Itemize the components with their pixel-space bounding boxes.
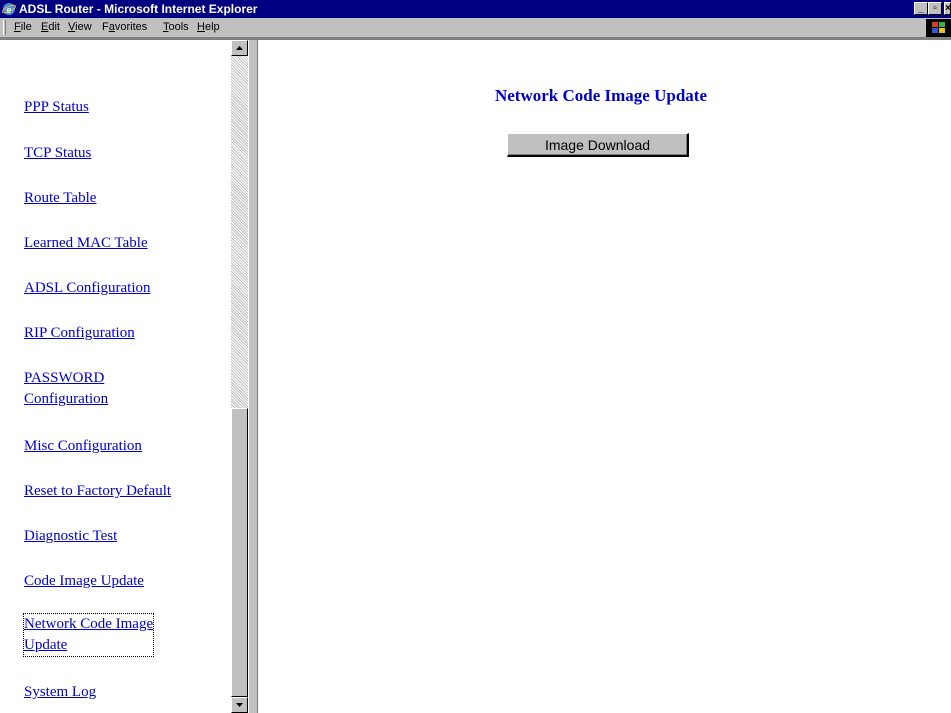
nav-link-code-image-update[interactable]: Code Image Update	[24, 571, 144, 592]
nav-link-network-code-image-update[interactable]: Network Code Image Update	[22, 613, 155, 657]
page-title: Network Code Image Update	[494, 86, 707, 105]
menu-file-accel: F	[14, 21, 21, 33]
maximize-button[interactable]: ▫	[928, 2, 942, 15]
scroll-up-button[interactable]	[231, 40, 248, 56]
maximize-icon: ▫	[933, 3, 937, 14]
menu-help-label: elp	[204, 21, 220, 33]
scroll-down-button[interactable]	[231, 697, 248, 713]
nav-link-ppp-status[interactable]: PPP Status	[24, 97, 89, 118]
menu-file-label: ile	[20, 21, 32, 33]
nav-link-rip-configuration[interactable]: RIP Configuration	[24, 323, 135, 344]
menu-bar: File Edit View Favorites Tools Help	[0, 18, 951, 38]
nav-link-tcp-status[interactable]: TCP Status	[24, 143, 91, 164]
internet-explorer-icon[interactable]: e	[2, 2, 16, 16]
nav-link-route-table[interactable]: Route Table	[24, 188, 96, 209]
menu-help-accel: H	[197, 21, 205, 33]
minimize-icon: _	[918, 3, 924, 14]
menu-tools-label: ools	[168, 21, 189, 33]
toolbar-grip[interactable]	[3, 20, 6, 35]
menu-file[interactable]: File	[14, 20, 32, 35]
nav-scrollbar[interactable]	[231, 40, 248, 713]
windows-logo-icon	[926, 19, 951, 37]
nav-link-reset-to-factory-default[interactable]: Reset to Factory Default	[24, 481, 171, 502]
menu-view-label: iew	[75, 21, 92, 33]
title-bar[interactable]: e ADSL Router - Microsoft Internet Explo…	[0, 0, 951, 18]
close-button[interactable]: ×	[944, 2, 951, 15]
nav-link-system-log[interactable]: System Log	[24, 682, 96, 703]
frame-splitter[interactable]	[248, 40, 258, 713]
main-frame: Network Code Image Update Image Download	[258, 40, 951, 713]
browser-window: e ADSL Router - Microsoft Internet Explo…	[0, 0, 951, 713]
menu-edit-label: dit	[48, 21, 60, 33]
close-icon: ×	[945, 3, 951, 14]
scroll-thumb[interactable]	[231, 408, 248, 697]
nav-link-adsl-configuration[interactable]: ADSL Configuration	[24, 278, 151, 299]
menu-favorites-pre: F	[102, 21, 109, 33]
nav-link-diagnostic-test[interactable]: Diagnostic Test	[24, 526, 117, 547]
nav-link-learned-mac-table[interactable]: Learned MAC Table	[24, 233, 148, 254]
arrow-down-icon	[236, 703, 243, 707]
window-title: ADSL Router - Microsoft Internet Explore…	[19, 2, 258, 16]
menu-tools[interactable]: Tools	[163, 20, 189, 35]
menu-help[interactable]: Help	[197, 20, 220, 35]
menu-favorites-label: vorites	[114, 21, 148, 33]
nav-link-line: Network Code Image	[24, 616, 154, 632]
navigation-frame: PPP Status TCP Status Route Table Learne…	[0, 40, 231, 713]
menu-favorites[interactable]: Favorites	[102, 20, 147, 35]
minimize-button[interactable]: _	[914, 2, 928, 15]
content-area: PPP Status TCP Status Route Table Learne…	[0, 38, 951, 713]
menu-edit[interactable]: Edit	[41, 20, 60, 35]
nav-link-misc-configuration[interactable]: Misc Configuration	[24, 436, 142, 457]
arrow-up-icon	[236, 46, 243, 50]
nav-link-line: Configuration	[24, 391, 109, 407]
nav-link-line: PASSWORD	[24, 370, 105, 386]
nav-link-line: Update	[24, 637, 68, 653]
nav-link-password-configuration[interactable]: PASSWORD Configuration	[24, 368, 108, 410]
menu-view[interactable]: View	[68, 20, 92, 35]
image-download-button[interactable]: Image Download	[507, 133, 689, 157]
